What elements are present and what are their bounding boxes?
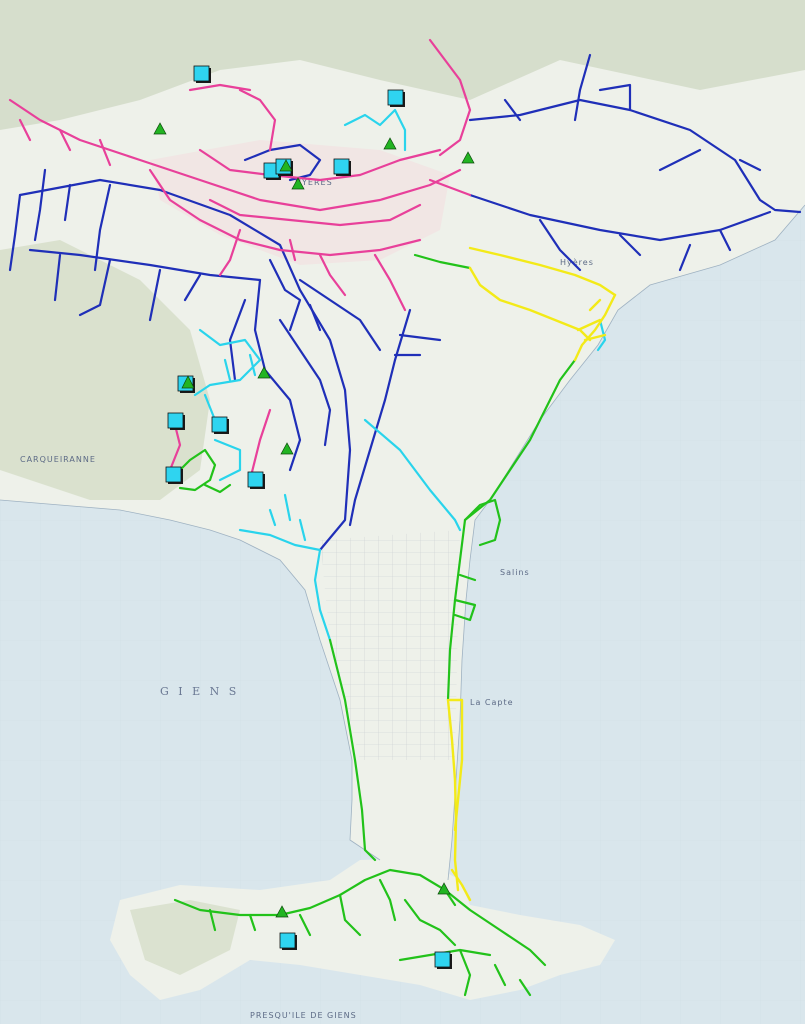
label-south-coast: PRESQU'ILE DE GIENS (250, 1011, 357, 1020)
reservoir-square-icon[interactable] (211, 416, 229, 434)
label-bay: G I E N S (160, 685, 239, 698)
reservoir-square-icon[interactable] (247, 471, 265, 489)
reservoir-square-icon[interactable] (434, 951, 452, 969)
label-salins: Salins (500, 568, 530, 577)
water-network-map[interactable]: HYERES CARQUEIRANNE G I E N S PRESQU'ILE… (0, 0, 805, 1024)
label-west-place: CARQUEIRANNE (20, 455, 96, 464)
reservoir-square-icon[interactable] (193, 65, 211, 83)
reservoir-square-icon[interactable] (387, 89, 405, 107)
reservoir-square-icon[interactable] (167, 412, 185, 430)
label-tombolo: La Capte (470, 698, 514, 707)
reservoir-square-icon[interactable] (333, 158, 351, 176)
reservoir-square-icon[interactable] (279, 932, 297, 950)
reservoir-square-icon[interactable] (165, 466, 183, 484)
